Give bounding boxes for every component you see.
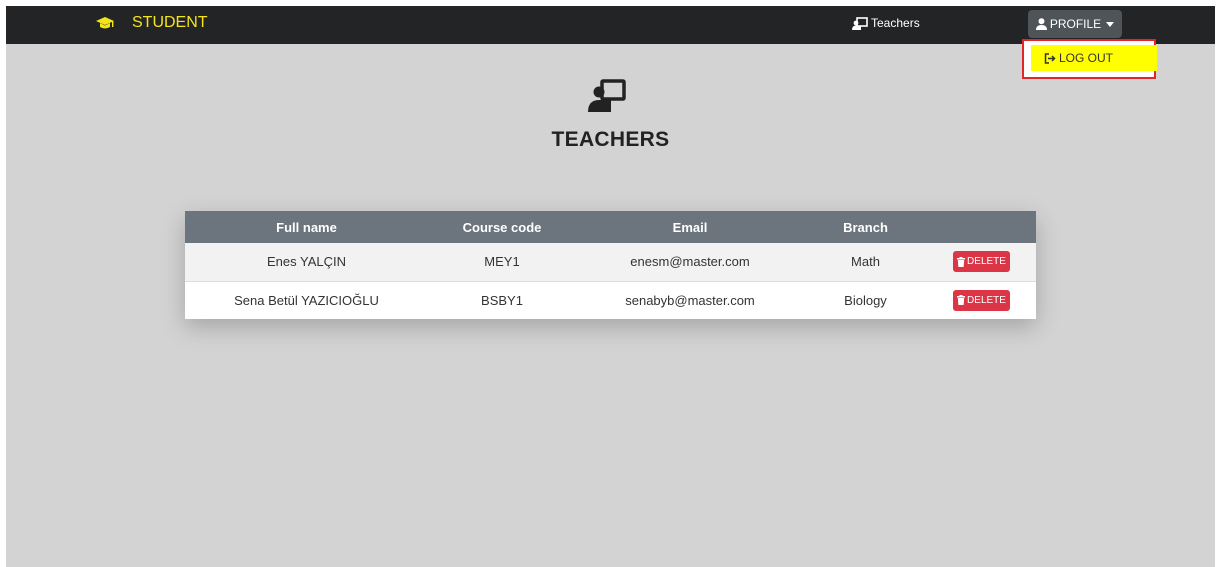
profile-dropdown-menu: LOG OUT <box>1022 39 1157 79</box>
delete-button[interactable]: DELETE <box>953 251 1010 273</box>
nav-link-teachers[interactable]: Teachers <box>852 16 920 30</box>
cell-full-name: Enes YALÇIN <box>266 254 346 270</box>
delete-button[interactable]: DELETE <box>953 289 1010 311</box>
chalkboard-teacher-icon <box>588 79 626 112</box>
chalkboard-teacher-icon <box>852 16 868 30</box>
graduation-cap-icon <box>96 17 114 29</box>
cell-email: senabyb@master.com <box>625 292 755 308</box>
sign-out-icon <box>1044 52 1056 64</box>
column-header-actions <box>927 211 1036 243</box>
caret-down-icon <box>1106 21 1115 27</box>
column-header-branch: Branch <box>843 219 888 235</box>
table-header-row: Full name Course code Email Branch <box>185 211 1036 243</box>
nav-link-teachers-label: Teachers <box>871 16 920 30</box>
cell-full-name: Sena Betül YAZICIOĞLU <box>234 292 379 308</box>
table-row: Enes YALÇIN MEY1 enesm@master.com Math D… <box>185 243 1036 281</box>
brand-label: STUDENT <box>132 14 208 31</box>
cell-actions: DELETE <box>927 243 1036 281</box>
teachers-table: Full name Course code Email Branch Enes … <box>185 211 1036 319</box>
trash-icon <box>957 256 966 267</box>
cell-course-code: BSBY1 <box>481 292 523 308</box>
cell-course-code: MEY1 <box>484 254 520 270</box>
column-header-course-code: Course code <box>462 219 542 235</box>
cell-email: enesm@master.com <box>630 254 750 270</box>
user-icon <box>1035 18 1047 30</box>
trash-icon <box>957 295 966 306</box>
app-frame: STUDENT Teachers PROFILE LOG OUT TEACHER… <box>6 6 1215 567</box>
delete-button-label: DELETE <box>967 294 1006 306</box>
logout-label: LOG OUT <box>1059 51 1114 65</box>
logout-menu-item[interactable]: LOG OUT <box>1031 45 1157 71</box>
delete-button-label: DELETE <box>967 256 1006 268</box>
table-row: Sena Betül YAZICIOĞLU BSBY1 senabyb@mast… <box>185 281 1036 319</box>
cell-branch: Math <box>851 254 880 270</box>
column-header-full-name: Full name <box>276 219 337 235</box>
brand-link[interactable]: STUDENT <box>96 14 208 32</box>
profile-dropdown-button[interactable]: PROFILE <box>1028 10 1122 38</box>
page-title: TEACHERS <box>551 128 670 151</box>
cell-actions: DELETE <box>927 281 1036 319</box>
column-header-email: Email <box>672 219 708 235</box>
profile-label: PROFILE <box>1049 17 1102 31</box>
cell-branch: Biology <box>844 292 887 308</box>
